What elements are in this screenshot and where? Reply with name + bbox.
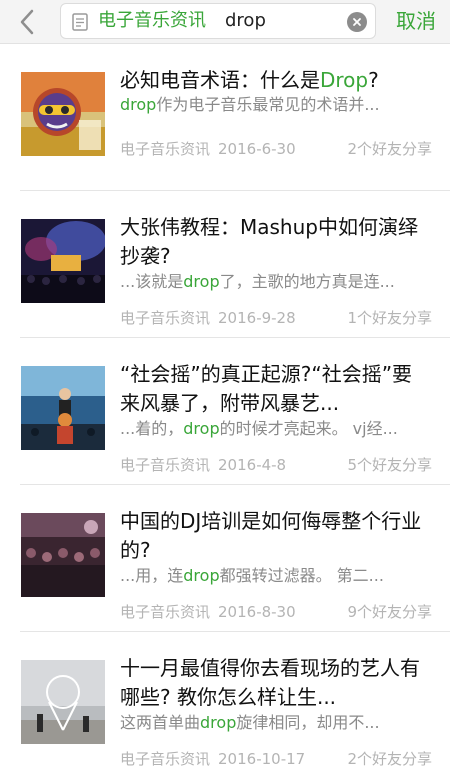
- result-source: 电子音乐资讯: [120, 456, 211, 474]
- result-snippet-text: 了，主歌的地方真是连...: [219, 272, 395, 291]
- result-meta: 电子音乐资讯 2016-4-8 5个好友分享: [120, 455, 432, 475]
- result-thumbnail: [21, 366, 105, 450]
- result-source: 电子音乐资讯: [120, 603, 211, 621]
- result-source: 电子音乐资讯: [120, 140, 211, 158]
- clear-icon: [353, 18, 361, 26]
- result-meta: 电子音乐资讯 2016-10-17 2个好友分享: [120, 749, 432, 769]
- result-snippet-text: 的时候才亮起来。 vj经...: [219, 419, 398, 438]
- result-snippet-text: ...用，连: [120, 566, 184, 585]
- result-date: 2016-4-8: [218, 456, 287, 474]
- result-snippet: ...着的，drop的时候才亮起来。 vj经...: [120, 418, 432, 440]
- result-date: 2016-10-17: [218, 750, 306, 768]
- result-source: 电子音乐资讯: [120, 309, 211, 327]
- result-title[interactable]: 必知电音术语：什么是Drop?: [120, 66, 432, 95]
- result-snippet-text: 旋律相同，却用不...: [236, 713, 380, 732]
- result-date: 2016-8-30: [218, 603, 296, 621]
- result-snippet-highlight: drop: [183, 566, 220, 585]
- search-box[interactable]: 电子音乐资讯 drop: [60, 3, 376, 39]
- result-snippet: ...该就是drop了，主歌的地方真是连...: [120, 271, 432, 293]
- result-snippet-highlight: drop: [120, 95, 157, 114]
- clear-button[interactable]: [347, 12, 367, 32]
- result-meta: 电子音乐资讯 2016-8-30 9个好友分享: [120, 602, 432, 622]
- result-snippet-text: ...该就是: [120, 272, 184, 291]
- result-snippet-text: 这两首单曲: [120, 713, 201, 732]
- back-button[interactable]: [10, 6, 44, 38]
- result-source: 电子音乐资讯: [120, 750, 211, 768]
- result-title-highlight: Drop: [320, 68, 369, 92]
- result-item[interactable]: 十一月最值得你去看现场的艺人有哪些? 教你怎么样让生... 这两首单曲drop旋…: [20, 632, 450, 779]
- result-snippet-highlight: drop: [200, 713, 237, 732]
- result-date: 2016-6-30: [218, 140, 296, 158]
- search-results-list: 必知电音术语：什么是Drop? drop作为电子音乐最常见的术语并... 电子音…: [0, 44, 450, 779]
- result-snippet-text: ...着的，: [120, 419, 184, 438]
- result-shares: 2个好友分享: [347, 750, 432, 768]
- result-title[interactable]: 中国的DJ培训是如何侮辱整个行业的?: [120, 507, 432, 565]
- result-meta: 电子音乐资讯 2016-9-28 1个好友分享: [120, 308, 432, 328]
- result-snippet: 这两首单曲drop旋律相同，却用不...: [120, 712, 432, 734]
- result-thumbnail: [21, 219, 105, 303]
- search-header: 电子音乐资讯 drop 取消: [0, 0, 450, 44]
- result-shares: 2个好友分享: [347, 140, 432, 158]
- result-title[interactable]: “社会摇”的真正起源?“社会摇”要来风暴了，附带风暴艺...: [120, 360, 432, 418]
- result-snippet-text: 作为电子音乐最常见的术语并...: [156, 95, 380, 114]
- result-meta: 电子音乐资讯 2016-6-30 2个好友分享: [120, 139, 432, 159]
- search-category-tag[interactable]: 电子音乐资讯: [98, 9, 206, 33]
- result-title-text: 必知电音术语：什么是: [120, 68, 320, 92]
- result-item[interactable]: “社会摇”的真正起源?“社会摇”要来风暴了，附带风暴艺... ...着的，dro…: [20, 338, 450, 485]
- result-shares: 1个好友分享: [347, 309, 432, 327]
- result-title[interactable]: 大张伟教程：Mashup中如何演绎抄袭?: [120, 213, 432, 271]
- article-icon: [72, 13, 88, 31]
- result-shares: 9个好友分享: [347, 603, 432, 621]
- result-item[interactable]: 中国的DJ培训是如何侮辱整个行业的? ...用，连drop都强转过滤器。 第二.…: [20, 485, 450, 632]
- result-snippet: drop作为电子音乐最常见的术语并...: [120, 94, 432, 116]
- result-snippet-highlight: drop: [183, 419, 220, 438]
- chevron-left-icon: [20, 9, 34, 35]
- result-shares: 5个好友分享: [347, 456, 432, 474]
- result-title[interactable]: 十一月最值得你去看现场的艺人有哪些? 教你怎么样让生...: [120, 654, 432, 712]
- result-snippet-text: 都强转过滤器。 第二...: [219, 566, 384, 585]
- result-title-text: ?: [368, 68, 379, 92]
- result-thumbnail: [21, 513, 105, 597]
- result-date: 2016-9-28: [218, 309, 296, 327]
- result-thumbnail: [21, 660, 105, 744]
- search-input[interactable]: drop: [225, 9, 266, 33]
- result-snippet-highlight: drop: [183, 272, 220, 291]
- result-item[interactable]: 大张伟教程：Mashup中如何演绎抄袭? ...该就是drop了，主歌的地方真是…: [20, 191, 450, 338]
- result-snippet: ...用，连drop都强转过滤器。 第二...: [120, 565, 432, 587]
- result-thumbnail: [21, 72, 105, 156]
- cancel-button[interactable]: 取消: [388, 6, 444, 36]
- result-item[interactable]: 必知电音术语：什么是Drop? drop作为电子音乐最常见的术语并... 电子音…: [20, 44, 450, 191]
